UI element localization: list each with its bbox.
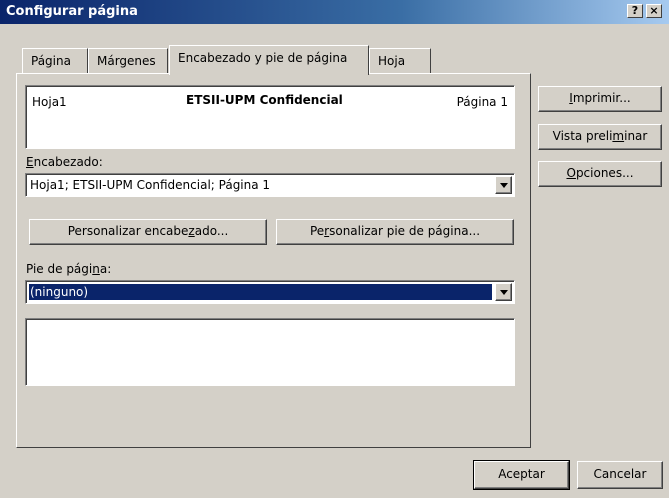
tab-label: Página	[31, 54, 71, 68]
header-preview: Hoja1 ETSII-UPM Confidencial Página 1	[25, 85, 515, 149]
print-button[interactable]: Imprimir...	[538, 86, 662, 112]
footer-dropdown-arrow[interactable]	[495, 283, 512, 301]
tab-pagina[interactable]: Página	[22, 48, 88, 74]
header-dropdown-arrow[interactable]	[495, 176, 512, 194]
tab-margenes[interactable]: Márgenes	[88, 48, 168, 74]
tab-hoja[interactable]: Hoja	[369, 48, 431, 74]
header-select[interactable]: Hoja1; ETSII-UPM Confidencial; Página 1	[25, 173, 515, 197]
close-button[interactable]: ×	[646, 4, 662, 18]
preview-left-section: Hoja1	[32, 95, 67, 109]
custom-footer-button[interactable]: Personalizar pie de página...	[276, 219, 514, 245]
ok-button[interactable]: Aceptar	[473, 460, 570, 490]
print-preview-button[interactable]: Vista preliminar	[538, 124, 662, 150]
tab-label: Encabezado y pie de página	[178, 51, 348, 65]
footer-preview	[25, 318, 515, 386]
help-button[interactable]: ?	[627, 4, 643, 18]
tab-label: Márgenes	[97, 54, 156, 68]
chevron-down-icon	[500, 290, 508, 295]
cancel-button[interactable]: Cancelar	[577, 461, 663, 489]
title-bar: Configurar página ? ×	[0, 0, 669, 24]
header-select-value: Hoja1; ETSII-UPM Confidencial; Página 1	[30, 178, 271, 192]
window-title: Configurar página	[6, 4, 138, 19]
chevron-down-icon	[500, 183, 508, 188]
preview-center-section: ETSII-UPM Confidencial	[186, 93, 343, 107]
footer-select-value: (ninguno)	[28, 283, 493, 301]
tab-encabezado-pie[interactable]: Encabezado y pie de página	[169, 45, 369, 75]
footer-label: Pie de página:	[26, 262, 112, 276]
header-label: Encabezado:	[26, 155, 103, 169]
tab-label: Hoja	[378, 54, 406, 68]
custom-header-button[interactable]: Personalizar encabezado...	[29, 219, 267, 245]
preview-right-section: Página 1	[456, 95, 508, 109]
options-button[interactable]: Opciones...	[538, 161, 662, 187]
footer-select[interactable]: (ninguno)	[25, 280, 515, 304]
